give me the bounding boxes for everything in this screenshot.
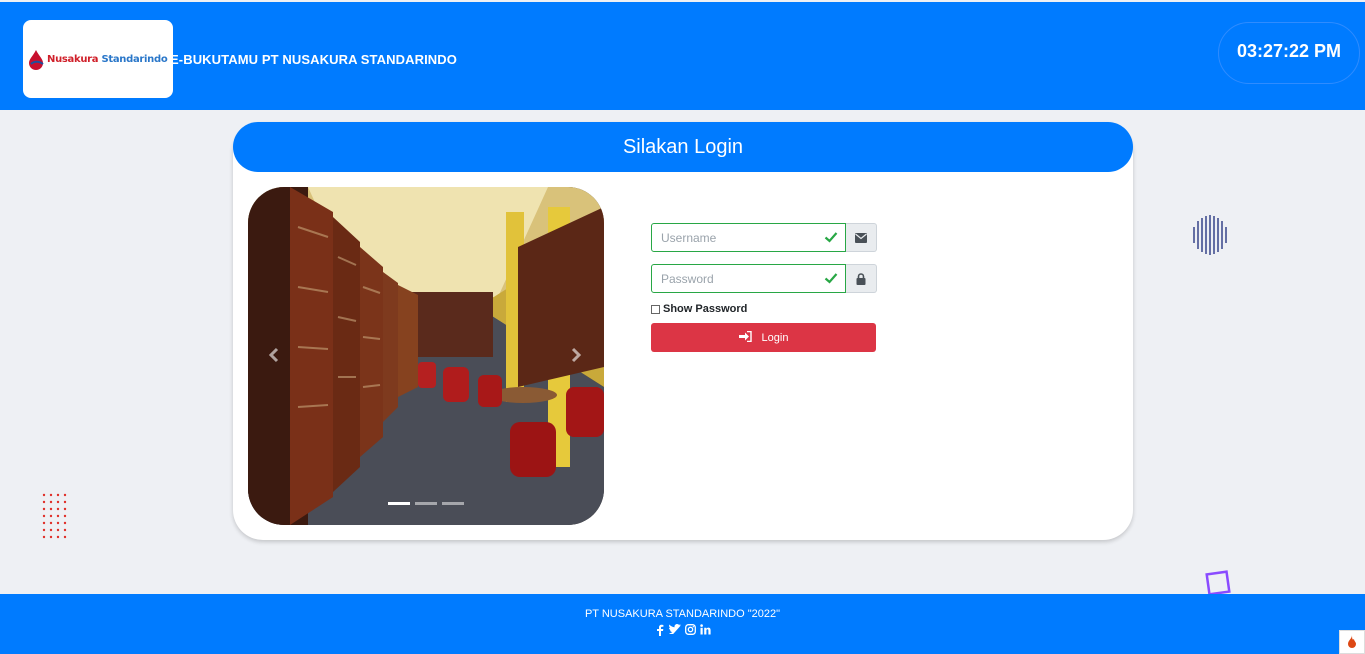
login-button-label: Login bbox=[761, 331, 789, 344]
logo-text: Nusakura Standarindo bbox=[47, 53, 168, 65]
footer: PT NUSAKURA STANDARINDO "2022" bbox=[0, 594, 1365, 654]
linkedin-icon[interactable] bbox=[699, 624, 712, 636]
library-photo bbox=[248, 187, 604, 525]
logo-text-red: Nusakura bbox=[47, 53, 99, 65]
valid-check-icon bbox=[824, 230, 838, 249]
image-carousel[interactable] bbox=[248, 187, 604, 525]
login-button[interactable]: Login bbox=[651, 323, 876, 352]
company-logo[interactable]: Nusakura Standarindo bbox=[23, 20, 173, 98]
password-input[interactable] bbox=[652, 265, 845, 292]
chevron-left-icon bbox=[268, 347, 279, 363]
show-password-toggle[interactable]: Show Password bbox=[651, 303, 877, 315]
carousel-indicators bbox=[388, 502, 464, 505]
social-links bbox=[0, 624, 1365, 636]
framework-badge[interactable] bbox=[1339, 630, 1365, 654]
login-form: Show Password Login bbox=[651, 223, 877, 352]
chevron-right-icon bbox=[571, 347, 582, 363]
carousel-prev-button[interactable] bbox=[268, 347, 280, 363]
carousel-indicator[interactable] bbox=[415, 502, 437, 505]
valid-check-icon bbox=[824, 271, 838, 290]
password-group bbox=[651, 264, 877, 293]
flame-icon bbox=[1348, 635, 1356, 648]
footer-text: PT NUSAKURA STANDARINDO "2022" bbox=[584, 608, 781, 620]
logo-text-blue: Standarindo bbox=[101, 53, 168, 65]
show-password-label: Show Password bbox=[663, 303, 748, 315]
username-group bbox=[651, 223, 877, 252]
facebook-icon[interactable] bbox=[654, 624, 667, 636]
site-title: E-BUKUTAMU PT NUSAKURA STANDARINDO bbox=[170, 52, 457, 67]
card-heading: Silakan Login bbox=[233, 122, 1133, 172]
decorative-lines-icon bbox=[1193, 215, 1227, 255]
clock-display: 03:27:22 PM bbox=[1218, 22, 1360, 84]
carousel-indicator[interactable] bbox=[388, 502, 410, 505]
decorative-dots-icon bbox=[42, 493, 67, 539]
sign-in-icon bbox=[738, 330, 752, 345]
login-card: Silakan Login Username Show Password Log… bbox=[233, 122, 1133, 540]
carousel-next-button[interactable] bbox=[570, 347, 582, 363]
twitter-icon[interactable] bbox=[669, 624, 682, 636]
logo-drop-icon bbox=[25, 48, 47, 70]
instagram-icon[interactable] bbox=[684, 624, 697, 636]
show-password-checkbox[interactable] bbox=[651, 304, 660, 314]
username-input[interactable] bbox=[652, 224, 845, 251]
lock-icon bbox=[846, 264, 877, 293]
password-field-wrapper bbox=[651, 264, 846, 293]
username-field-wrapper bbox=[651, 223, 846, 252]
top-header: Nusakura Standarindo E-BUKUTAMU PT NUSAK… bbox=[0, 2, 1365, 110]
carousel-indicator[interactable] bbox=[442, 502, 464, 505]
envelope-icon bbox=[846, 223, 877, 252]
